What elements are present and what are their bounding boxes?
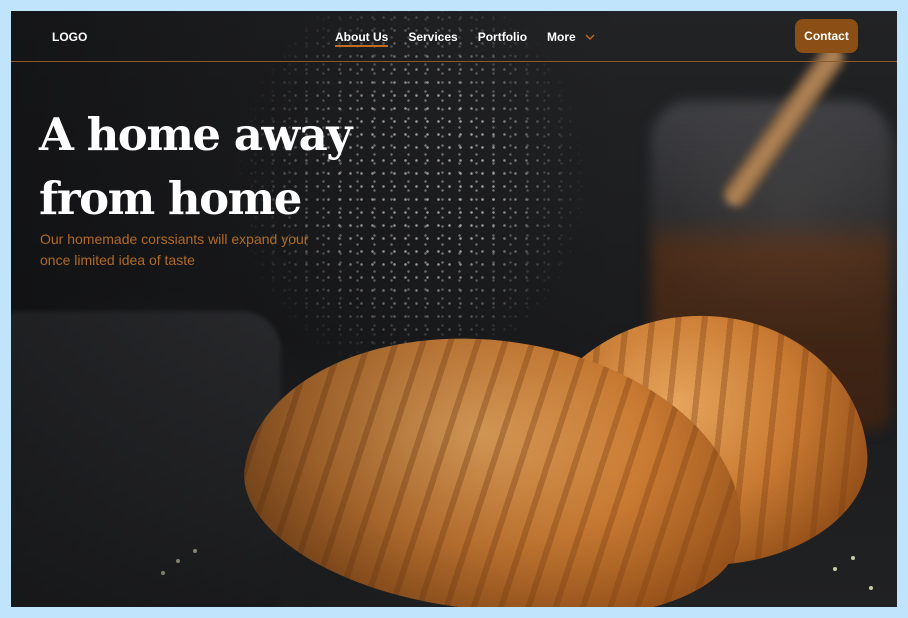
hero-subtitle-line-2: once limited idea of taste: [40, 252, 195, 268]
hero-background-image: [11, 11, 897, 607]
hero-title: A home away from home: [39, 103, 359, 231]
hero-section: LOGO About Us Services Portfolio More Co…: [11, 11, 897, 607]
nav-more-label: More: [547, 30, 576, 44]
contact-button[interactable]: Contact: [795, 19, 858, 53]
nav-link-about-us[interactable]: About Us: [335, 30, 389, 47]
nav-more-dropdown[interactable]: More: [547, 30, 595, 47]
nav-link-services[interactable]: Services: [408, 30, 457, 47]
nav-link-portfolio[interactable]: Portfolio: [478, 30, 527, 47]
hero-subtitle-line-1: Our homemade corssiants will expand your: [40, 231, 309, 247]
navbar: LOGO About Us Services Portfolio More Co…: [11, 11, 897, 62]
hero-title-line-1: A home away: [39, 108, 352, 161]
left-vignette: [11, 11, 897, 607]
nav-links: About Us Services Portfolio More: [335, 30, 615, 47]
hero-title-line-2: from home: [39, 172, 302, 225]
chevron-down-icon: [585, 34, 595, 40]
hero-subtitle: Our homemade corssiants will expand your…: [40, 229, 370, 271]
logo[interactable]: LOGO: [52, 30, 87, 44]
